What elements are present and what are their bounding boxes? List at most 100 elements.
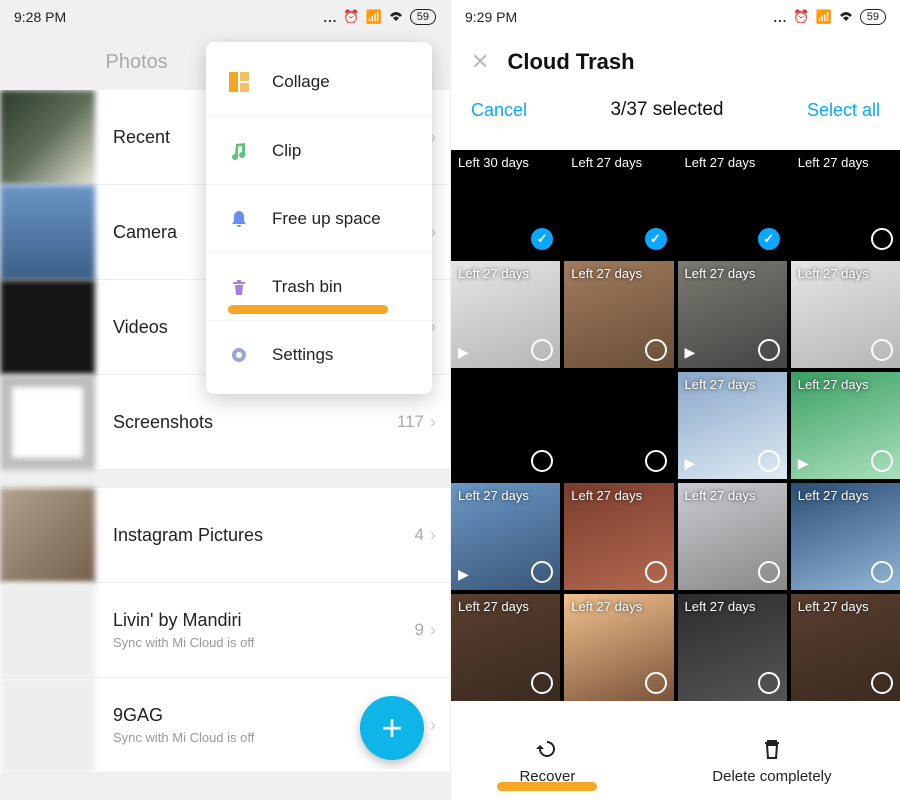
trash-item[interactable]: Left 27 days ▶: [451, 261, 560, 368]
trash-item[interactable]: Left 27 days▶: [791, 372, 900, 479]
page-title: Cloud Trash: [507, 49, 634, 75]
menu-settings[interactable]: Settings: [206, 320, 432, 388]
trash-item[interactable]: Left 27 days: [564, 150, 673, 257]
days-left-label: Left 27 days: [798, 266, 869, 281]
selection-checkbox[interactable]: [758, 672, 780, 694]
status-right: ... ⏰ 📶 59: [774, 9, 886, 25]
trash-icon: [759, 736, 785, 762]
overflow-menu: Collage Clip Free up space Trash bin: [206, 42, 432, 394]
selection-checkbox[interactable]: [531, 672, 553, 694]
alarm-icon: ⏰: [793, 9, 809, 25]
albums-screen: 9:28 PM ... ⏰ 📶 59 Photos Albums Recent …: [0, 0, 450, 800]
album-thumb: [0, 678, 95, 773]
close-icon[interactable]: ✕: [471, 49, 489, 75]
days-left-label: Left 27 days: [458, 599, 529, 614]
selection-checkbox[interactable]: [531, 450, 553, 472]
wifi-icon: [838, 10, 854, 25]
selection-checkbox[interactable]: [531, 228, 553, 250]
days-left-label: Left 27 days: [571, 266, 642, 281]
chevron-right-icon: ›: [430, 620, 436, 641]
selection-bar: Cancel 3/37 selected Select all: [451, 90, 900, 140]
more-icon: ...: [324, 10, 338, 25]
selection-checkbox[interactable]: [871, 450, 893, 472]
status-time: 9:28 PM: [14, 9, 66, 25]
album-livin[interactable]: Livin' by Mandiri Sync with Mi Cloud is …: [0, 583, 450, 678]
selection-checkbox[interactable]: [531, 339, 553, 361]
album-count: 9: [415, 620, 424, 640]
status-bar: 9:28 PM ... ⏰ 📶 59: [0, 0, 450, 34]
selection-checkbox[interactable]: [531, 561, 553, 583]
trash-item[interactable]: Left 30 days: [451, 150, 560, 257]
album-thumb: [0, 280, 95, 375]
trash-item[interactable]: Left 27 days: [678, 594, 787, 701]
more-icon: ...: [774, 10, 788, 25]
trash-item[interactable]: Left 27 days: [678, 483, 787, 590]
highlight-annotation: [497, 782, 597, 791]
album-thumb: [0, 583, 95, 678]
selection-checkbox[interactable]: [645, 339, 667, 361]
trash-item[interactable]: Left 27 days: [564, 594, 673, 701]
menu-trash[interactable]: Trash bin: [206, 252, 432, 320]
trash-item[interactable]: Left 27 days: [791, 594, 900, 701]
selection-checkbox[interactable]: [645, 672, 667, 694]
trash-header: ✕ Cloud Trash: [451, 34, 900, 90]
days-left-label: Left 27 days: [571, 599, 642, 614]
album-thumb: [0, 185, 95, 280]
trash-item[interactable]: Left 27 days▶: [678, 372, 787, 479]
signal-icon: 📶: [366, 9, 382, 25]
trash-item[interactable]: Left 27 days▶: [451, 483, 560, 590]
cancel-button[interactable]: Cancel: [471, 100, 527, 121]
selection-checkbox[interactable]: [758, 561, 780, 583]
trash-item[interactable]: Left 27 days: [564, 483, 673, 590]
days-left-label: Left 27 days: [685, 488, 756, 503]
delete-completely-button[interactable]: Delete completely: [712, 736, 831, 785]
trash-item[interactable]: Left 27 days: [791, 483, 900, 590]
trash-item[interactable]: [451, 372, 560, 479]
trash-grid[interactable]: Left 30 daysLeft 27 daysLeft 27 daysLeft…: [451, 150, 900, 701]
bottom-actions: Recover Delete completely: [451, 714, 900, 800]
trash-item[interactable]: Left 27 days▶: [678, 261, 787, 368]
trash-item[interactable]: Left 27 days: [791, 261, 900, 368]
select-all-button[interactable]: Select all: [807, 100, 880, 121]
days-left-label: Left 27 days: [571, 488, 642, 503]
album-instagram[interactable]: Instagram Pictures 4 ›: [0, 488, 450, 583]
menu-label: Settings: [272, 345, 333, 365]
chevron-right-icon: ›: [430, 715, 436, 736]
tab-photos[interactable]: Photos: [106, 51, 168, 74]
days-left-label: Left 27 days: [685, 155, 756, 170]
selection-checkbox[interactable]: [645, 561, 667, 583]
days-left-label: Left 27 days: [798, 599, 869, 614]
menu-collage[interactable]: Collage: [206, 48, 432, 116]
trash-item[interactable]: Left 27 days: [451, 594, 560, 701]
selection-checkbox[interactable]: [645, 228, 667, 250]
selection-checkbox[interactable]: [871, 339, 893, 361]
plus-icon: +: [381, 707, 402, 749]
selection-checkbox[interactable]: [758, 339, 780, 361]
days-left-label: Left 27 days: [458, 266, 529, 281]
menu-label: Free up space: [272, 209, 381, 229]
selection-checkbox[interactable]: [871, 672, 893, 694]
battery-indicator: 59: [410, 9, 436, 25]
menu-clip[interactable]: Clip: [206, 116, 432, 184]
play-icon: ▶: [458, 566, 469, 583]
selection-checkbox[interactable]: [758, 450, 780, 472]
trash-item[interactable]: Left 27 days: [564, 261, 673, 368]
selection-checkbox[interactable]: [871, 561, 893, 583]
trash-item[interactable]: Left 27 days: [791, 150, 900, 257]
selection-checkbox[interactable]: [758, 228, 780, 250]
play-icon: ▶: [458, 344, 469, 361]
recover-button[interactable]: Recover: [519, 736, 575, 785]
menu-freeup[interactable]: Free up space: [206, 184, 432, 252]
album-gap: [0, 470, 450, 488]
add-album-button[interactable]: +: [360, 696, 424, 760]
days-left-label: Left 27 days: [798, 488, 869, 503]
play-icon: ▶: [798, 455, 809, 472]
selection-checkbox[interactable]: [871, 228, 893, 250]
signal-icon: 📶: [816, 9, 832, 25]
days-left-label: Left 27 days: [685, 599, 756, 614]
selection-checkbox[interactable]: [645, 450, 667, 472]
days-left-label: Left 27 days: [685, 266, 756, 281]
trash-item[interactable]: [564, 372, 673, 479]
trash-item[interactable]: Left 27 days: [678, 150, 787, 257]
action-label: Delete completely: [712, 768, 831, 785]
